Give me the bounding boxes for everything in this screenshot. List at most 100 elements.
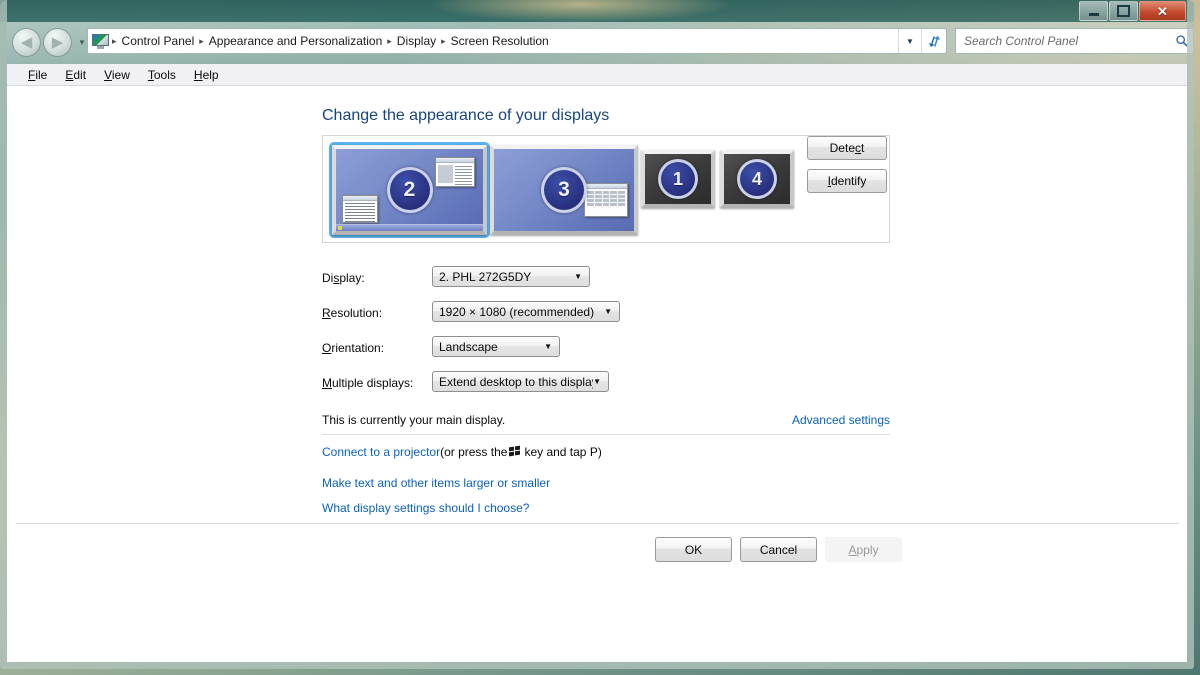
content-area: Change the appearance of your displays 2… bbox=[7, 86, 1187, 662]
display-icon bbox=[92, 33, 109, 49]
recent-pages-chevron-icon[interactable]: ▼ bbox=[78, 38, 86, 47]
chevron-down-icon: ▼ bbox=[544, 342, 552, 351]
maximize-icon bbox=[1117, 5, 1130, 17]
display-number-4: 4 bbox=[737, 159, 777, 199]
menu-tools[interactable]: Tools bbox=[139, 66, 185, 84]
multiple-displays-label-accelerator: M bbox=[322, 376, 332, 390]
display-thumbnail-4[interactable]: 4 bbox=[720, 150, 794, 208]
minimize-icon bbox=[1088, 12, 1099, 16]
nav-buttons: ◀ ▶ ▼ bbox=[12, 28, 86, 57]
display-number-3: 3 bbox=[541, 167, 587, 213]
title-bar: ✕ bbox=[0, 0, 1194, 22]
windows-key-icon bbox=[509, 445, 522, 457]
monitor-screen: 1 bbox=[645, 154, 711, 204]
chevron-down-icon: ▼ bbox=[604, 307, 612, 316]
menu-edit[interactable]: Edit bbox=[56, 66, 95, 84]
window-thumbnail-document bbox=[342, 195, 378, 223]
display-label: Display: bbox=[322, 271, 365, 285]
menu-view-post: iew bbox=[111, 67, 130, 82]
display-number-2: 2 bbox=[386, 167, 433, 213]
advanced-settings-link[interactable]: Advanced settings bbox=[742, 413, 890, 427]
forward-arrow-icon: ▶ bbox=[51, 34, 64, 51]
projector-suffix-pre: (or press the bbox=[440, 445, 508, 459]
apply-accelerator: A bbox=[848, 542, 857, 557]
menu-file[interactable]: File bbox=[19, 66, 56, 84]
monitor-taskbar bbox=[336, 224, 483, 231]
menu-bar: File Edit View Tools Help bbox=[7, 64, 1187, 86]
section-divider bbox=[322, 434, 890, 435]
chevron-down-icon: ▼ bbox=[574, 272, 582, 281]
resolution-label: Resolution: bbox=[322, 306, 382, 320]
monitor-screen: 2 bbox=[336, 149, 483, 231]
multiple-displays-select-value: Extend desktop to this display bbox=[439, 374, 594, 389]
identify-label-post: dentify bbox=[830, 174, 867, 188]
text-size-row: Make text and other items larger or smal… bbox=[322, 476, 550, 490]
make-text-larger-link[interactable]: Make text and other items larger or smal… bbox=[322, 476, 550, 490]
previous-locations-chevron-icon[interactable]: ▼ bbox=[898, 29, 921, 53]
breadcrumb-separator[interactable]: ▸ bbox=[384, 36, 395, 47]
detect-label-post: t bbox=[861, 141, 865, 155]
display-label-post: play: bbox=[339, 271, 365, 285]
multiple-displays-select[interactable]: Extend desktop to this display ▼ bbox=[432, 371, 609, 392]
display-thumbnail-2[interactable]: 2 bbox=[329, 142, 490, 238]
address-bar-actions: ▼ bbox=[898, 29, 946, 53]
menu-edit-post: dit bbox=[73, 67, 87, 82]
resolution-select[interactable]: 1920 × 1080 (recommended) ▼ bbox=[432, 301, 620, 322]
chevron-down-icon: ▼ bbox=[593, 377, 601, 386]
address-bar[interactable]: ▸ Control Panel ▸ Appearance and Persona… bbox=[87, 28, 947, 54]
dialog-buttons: OK Cancel Apply bbox=[655, 537, 902, 562]
menu-help[interactable]: Help bbox=[185, 66, 228, 84]
orientation-select[interactable]: Landscape ▼ bbox=[432, 336, 560, 357]
cancel-label: Cancel bbox=[759, 542, 798, 557]
projector-suffix-post: key and tap P) bbox=[524, 445, 602, 459]
ok-button[interactable]: OK bbox=[655, 537, 732, 562]
navigation-bar: ◀ ▶ ▼ ▸ Control Panel ▸ Appearance and P… bbox=[7, 22, 1194, 64]
close-button[interactable]: ✕ bbox=[1139, 1, 1186, 21]
monitor-screen: 4 bbox=[724, 154, 790, 204]
breadcrumb-separator[interactable]: ▸ bbox=[438, 36, 449, 47]
display-settings-help-link[interactable]: What display settings should I choose? bbox=[322, 501, 529, 515]
maximize-button[interactable] bbox=[1109, 1, 1138, 21]
window-controls: ✕ bbox=[1079, 1, 1186, 21]
menu-help-accelerator: H bbox=[193, 67, 203, 82]
back-button[interactable]: ◀ bbox=[12, 28, 41, 57]
breadcrumb-control-panel[interactable]: Control Panel bbox=[120, 34, 197, 48]
back-arrow-icon: ◀ bbox=[20, 34, 33, 51]
refresh-icon bbox=[928, 35, 940, 47]
footer-divider bbox=[16, 523, 1179, 524]
refresh-button[interactable] bbox=[921, 29, 946, 53]
connect-projector-link[interactable]: Connect to a projector bbox=[322, 445, 440, 459]
display-label-pre: Di bbox=[322, 271, 334, 285]
breadcrumb-appearance[interactable]: Appearance and Personalization bbox=[207, 34, 384, 48]
display-thumbnail-3[interactable]: 3 bbox=[490, 145, 638, 235]
orientation-select-value: Landscape bbox=[439, 339, 498, 354]
window-thumbnail-browser bbox=[435, 157, 475, 187]
display-action-buttons: Dete c t Identify bbox=[807, 136, 887, 193]
display-thumbnail-1[interactable]: 1 bbox=[641, 150, 715, 208]
breadcrumb-display[interactable]: Display bbox=[395, 34, 438, 48]
forward-button[interactable]: ▶ bbox=[43, 28, 72, 57]
breadcrumb-screen-resolution[interactable]: Screen Resolution bbox=[449, 34, 551, 48]
apply-label-post: pply bbox=[856, 542, 879, 557]
display-select[interactable]: 2. PHL 272G5DY ▼ bbox=[432, 266, 590, 287]
display-arrangement-panel[interactable]: 2 3 1 4 bbox=[322, 135, 890, 243]
search-input[interactable] bbox=[962, 33, 1171, 49]
cancel-button[interactable]: Cancel bbox=[740, 537, 817, 562]
detect-button[interactable]: Dete c t bbox=[807, 136, 887, 160]
minimize-button[interactable] bbox=[1079, 1, 1108, 21]
orientation-label-post: rientation: bbox=[331, 341, 385, 355]
orientation-label-accelerator: O bbox=[322, 341, 332, 355]
resolution-label-post: esolution: bbox=[330, 306, 383, 320]
identify-button[interactable]: Identify bbox=[807, 169, 887, 193]
window-thumbnail-spreadsheet bbox=[584, 183, 628, 217]
projector-row: Connect to a projector(or press the key a… bbox=[322, 445, 602, 459]
breadcrumb-separator[interactable]: ▸ bbox=[109, 36, 120, 47]
menu-view[interactable]: View bbox=[95, 66, 139, 84]
breadcrumb-separator[interactable]: ▸ bbox=[196, 36, 207, 47]
search-box[interactable] bbox=[955, 28, 1194, 54]
close-icon: ✕ bbox=[1157, 3, 1168, 19]
search-icon[interactable] bbox=[1171, 34, 1193, 48]
main-display-status: This is currently your main display. bbox=[322, 413, 506, 427]
menu-file-post: ile bbox=[35, 67, 48, 82]
menu-tools-post: ools bbox=[153, 67, 176, 82]
